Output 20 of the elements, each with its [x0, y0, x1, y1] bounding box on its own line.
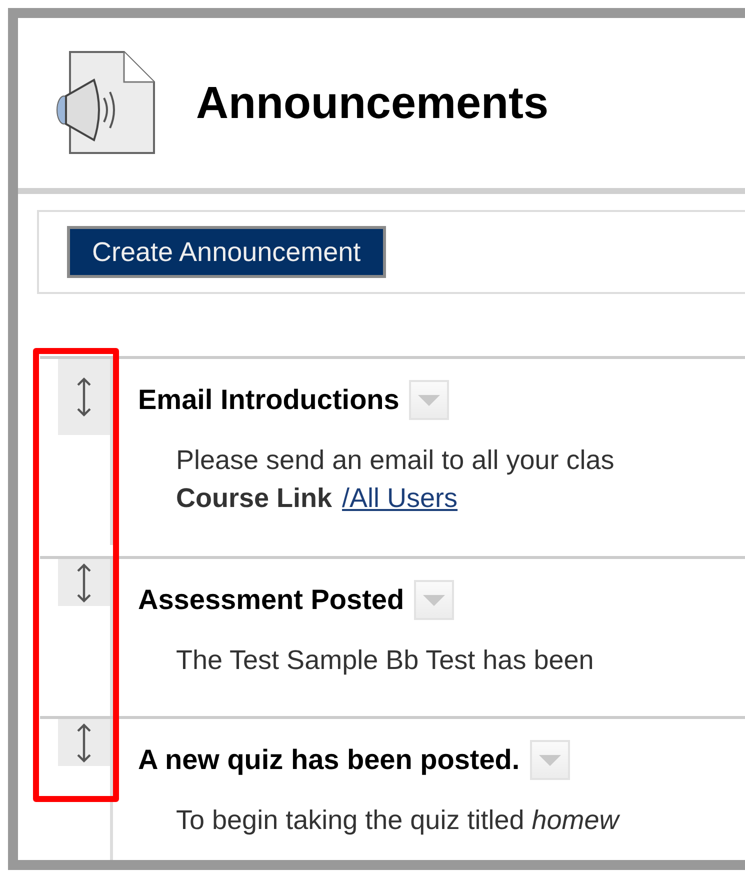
move-icon[interactable]	[77, 722, 91, 762]
announcement-title: Assessment Posted	[138, 584, 404, 616]
move-icon[interactable]	[77, 377, 91, 417]
create-announcement-button[interactable]: Create Announcement	[67, 226, 386, 278]
announcement-text: To begin taking the quiz titled homew	[176, 804, 619, 837]
announcement-text: Please send an email to all your clas	[176, 444, 614, 477]
caret-icon	[423, 594, 446, 606]
drag-handle[interactable]	[58, 359, 113, 435]
move-icon[interactable]	[77, 562, 91, 602]
announcement-title: A new quiz has been posted.	[138, 744, 520, 776]
caret-icon	[538, 754, 561, 766]
course-link[interactable]: /All Users	[342, 483, 458, 513]
announcement-text: The Test Sample Bb Test has been	[176, 644, 594, 677]
audio-file-icon	[54, 50, 158, 156]
drag-handle[interactable]	[58, 719, 113, 766]
announcement-title: Email Introductions	[138, 384, 400, 416]
caret-icon	[418, 394, 440, 406]
page-title: Announcements	[196, 77, 549, 129]
drag-handle[interactable]	[58, 559, 113, 606]
meta-label: Course Link	[176, 483, 332, 513]
